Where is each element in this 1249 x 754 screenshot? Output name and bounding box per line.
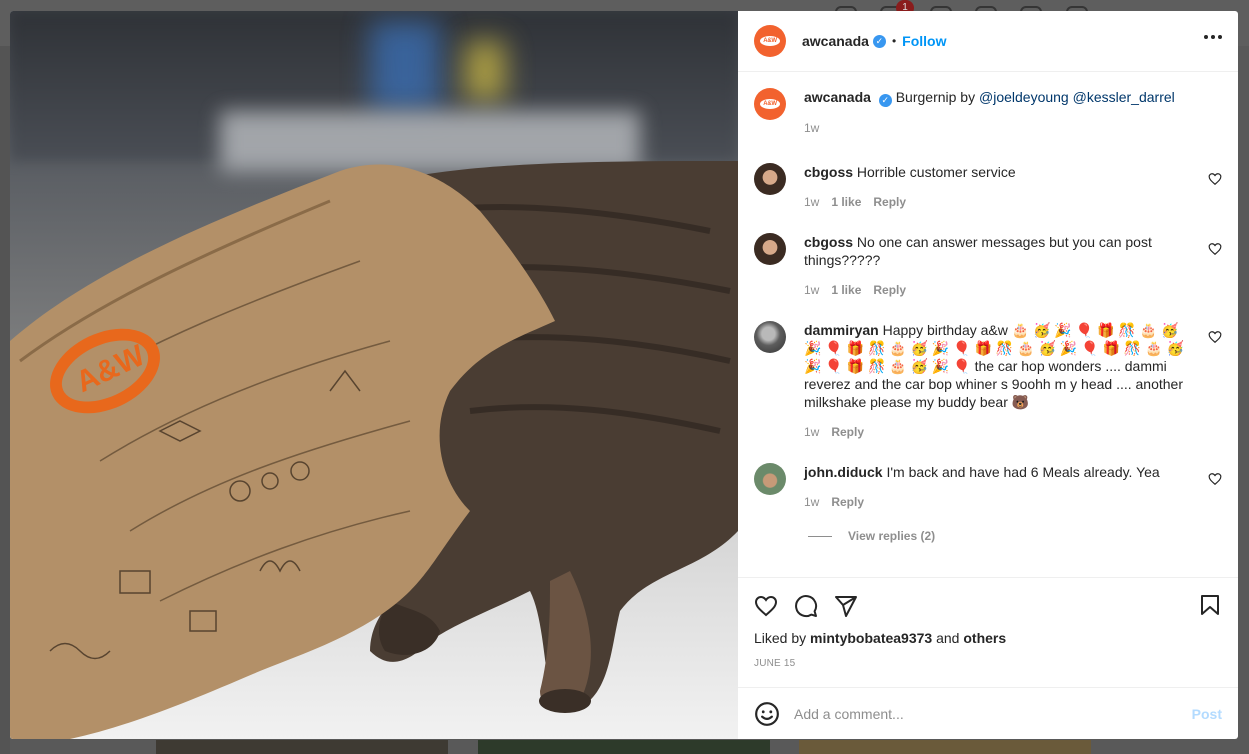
comment-time[interactable]: 1w [804,195,819,209]
caption-text-line: awcanada ✓ Burgernip by @joeldeyoung @ke… [804,88,1194,107]
add-comment-bar: Post [738,687,1238,739]
like-heart-icon[interactable] [754,594,778,618]
view-replies-label: View replies (2) [848,529,936,543]
post-modal: A&W A&W awcanada ✓ • Follow A&W awcanada… [10,11,1238,739]
post-header: A&W awcanada ✓ • Follow [738,11,1238,72]
comment-body: dammiryan Happy birthday a&w 🎂 🥳 🎉 🎈 🎁 🎊… [804,321,1194,439]
comment-body: cbgoss No one can answer messages but yo… [804,233,1194,297]
awcanada-avatar[interactable]: A&W [754,25,786,57]
caption: A&W awcanada ✓ Burgernip by @joeldeyoung… [754,88,1222,135]
liked-by-user[interactable]: mintybobatea9373 [810,630,932,646]
separator-dot: • [891,34,897,48]
comment-username[interactable]: john.diduck [804,464,883,480]
more-options-icon[interactable] [1204,35,1222,39]
bg-grid-thumb [799,740,1091,754]
bg-grid-thumb [156,740,448,754]
mention-link[interactable]: @kessler_darrel [1073,89,1175,105]
replies-divider-line [808,535,832,537]
liked-by-line: Liked by mintybobatea9373 and others [754,630,1222,646]
comment-text: Horrible customer service [856,164,1016,180]
logo-text: A&W [763,38,777,44]
liked-by-others[interactable]: others [963,630,1006,646]
action-icons [754,578,1222,630]
comment-text-line: john.diduck I'm back and have had 6 Meal… [804,463,1194,481]
post-photo: A&W [10,11,738,739]
caption-text: Burgernip by [895,89,976,105]
comment-like-heart-icon[interactable] [1208,172,1222,186]
comment-meta: 1w Reply [804,495,1194,509]
caption-avatar[interactable]: A&W [754,88,786,120]
comment-like-heart-icon[interactable] [1208,242,1222,256]
caption-time[interactable]: 1w [804,121,819,135]
comment-body: cbgoss Horrible customer service 1w 1 li… [804,163,1194,209]
post-side-panel: A&W awcanada ✓ • Follow A&W awcanada ✓ B… [738,11,1238,739]
post-actions: Liked by mintybobatea9373 and others JUN… [738,577,1238,687]
comment-text: I'm back and have had 6 Meals already. Y… [886,464,1160,480]
post-comment-button[interactable]: Post [1192,706,1222,722]
logo-text: A&W [763,101,777,107]
comment-username[interactable]: cbgoss [804,234,853,250]
comment: cbgoss Horrible customer service 1w 1 li… [754,163,1222,209]
liked-by-and: and [936,630,960,646]
add-comment-input[interactable] [794,705,1192,722]
comment-likes[interactable]: 1 like [831,195,861,209]
mention-link[interactable]: @joeldeyoung [979,89,1069,105]
comment-text-line: cbgoss No one can answer messages but yo… [804,233,1194,269]
background-left [0,46,10,754]
verified-badge-icon: ✓ [872,34,886,48]
comment-bubble-icon[interactable] [794,594,818,618]
comments-list[interactable]: A&W awcanada ✓ Burgernip by @joeldeyoung… [738,72,1238,577]
post-date[interactable]: JUNE 15 [754,658,1222,669]
follow-button[interactable]: Follow [902,33,946,49]
comment-text-line: cbgoss Horrible customer service [804,163,1194,181]
reply-button[interactable]: Reply [831,425,864,439]
comment-time[interactable]: 1w [804,425,819,439]
header-username[interactable]: awcanada [802,33,869,49]
save-bookmark-icon[interactable] [1198,593,1222,617]
reply-button[interactable]: Reply [873,283,906,297]
bg-grid-thumb [478,740,770,754]
verified-badge-icon: ✓ [878,94,892,107]
share-paper-plane-icon[interactable] [834,594,858,618]
caption-body: awcanada ✓ Burgernip by @joeldeyoung @ke… [804,88,1194,135]
comment-meta: 1w 1 like Reply [804,283,1194,297]
comment-meta: 1w Reply [804,425,1194,439]
comment: john.diduck I'm back and have had 6 Meal… [754,463,1222,509]
comment: dammiryan Happy birthday a&w 🎂 🥳 🎉 🎈 🎁 🎊… [754,321,1222,439]
avatar[interactable] [754,233,786,265]
comment-like-heart-icon[interactable] [1208,472,1222,486]
avatar[interactable] [754,321,786,353]
comment-like-heart-icon[interactable] [1208,330,1222,344]
reply-button[interactable]: Reply [831,495,864,509]
caption-username[interactable]: awcanada [804,89,871,105]
comment-time[interactable]: 1w [804,495,819,509]
comment-body: john.diduck I'm back and have had 6 Meal… [804,463,1194,509]
comment-text-line: dammiryan Happy birthday a&w 🎂 🥳 🎉 🎈 🎁 🎊… [804,321,1194,411]
liked-by-prefix: Liked by [754,630,807,646]
comment: cbgoss No one can answer messages but yo… [754,233,1222,297]
reply-button[interactable]: Reply [873,195,906,209]
avatar[interactable] [754,463,786,495]
comment-username[interactable]: dammiryan [804,322,879,338]
cat-and-bag-illustration: A&W [10,161,738,739]
comment-time[interactable]: 1w [804,283,819,297]
avatar[interactable] [754,163,786,195]
comment-username[interactable]: cbgoss [804,164,853,180]
emoji-smiley-icon[interactable] [754,701,780,727]
comment-likes[interactable]: 1 like [831,283,861,297]
caption-meta: 1w [804,121,1194,135]
comment-meta: 1w 1 like Reply [804,195,1194,209]
comment-text: No one can answer messages but you can p… [804,234,1152,268]
view-replies-button[interactable]: View replies (2) [808,529,1222,543]
